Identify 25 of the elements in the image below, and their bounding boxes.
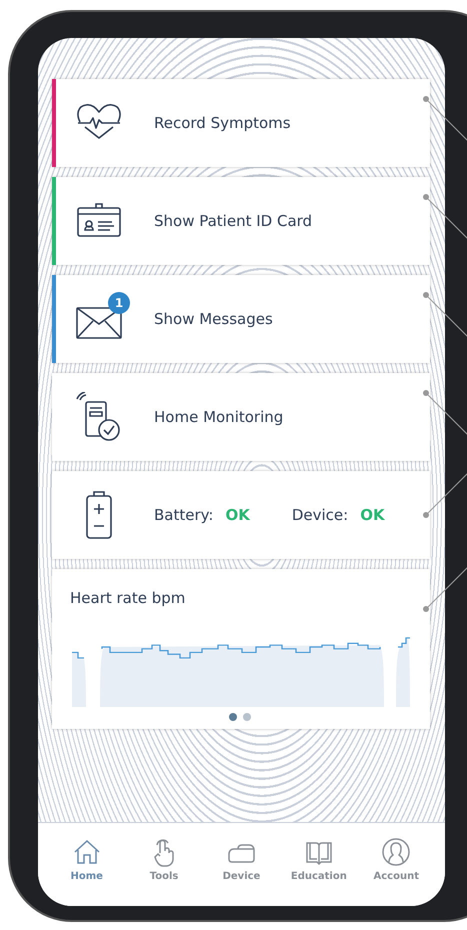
nav-tab[interactable]: Account xyxy=(361,837,432,882)
nav-tab[interactable]: Home xyxy=(52,837,122,882)
notification-badge: 1 xyxy=(108,292,130,314)
menu-card[interactable]: Home Monitoring xyxy=(52,373,430,461)
status-label: Battery: xyxy=(154,506,214,524)
leader-line xyxy=(423,292,467,338)
menu-card[interactable]: Show Patient ID Card xyxy=(52,177,430,265)
leader-line xyxy=(423,566,467,612)
leader-line xyxy=(423,96,467,142)
nav-tab[interactable]: Device xyxy=(206,837,276,882)
status-value: OK xyxy=(225,506,250,524)
menu-card[interactable]: 1 Show Messages xyxy=(52,275,430,363)
leader-line xyxy=(423,472,467,518)
nav-tab[interactable]: Tools xyxy=(129,837,200,882)
status-label: Device: xyxy=(292,506,348,524)
home-icon xyxy=(72,837,102,867)
menu-card[interactable]: Record Symptoms xyxy=(52,79,430,167)
leader-line xyxy=(423,194,467,240)
nav-tab[interactable]: Education xyxy=(284,837,354,882)
account-icon xyxy=(381,837,412,867)
status-value: OK xyxy=(360,506,385,524)
leader-line xyxy=(423,390,467,436)
page-dot[interactable] xyxy=(229,713,237,721)
page-dot[interactable] xyxy=(243,713,251,721)
chart-title: Heart rate bpm xyxy=(70,589,186,607)
